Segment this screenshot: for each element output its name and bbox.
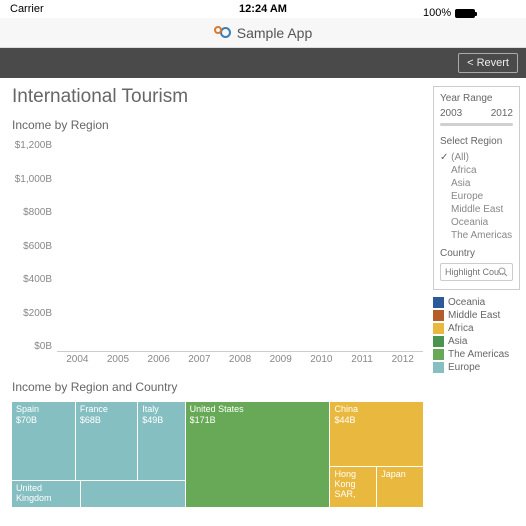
treemap-cell[interactable]: Italy$49B [138,402,184,480]
legend-item[interactable]: Middle East [433,309,520,322]
treemap-cell[interactable]: Japan [377,467,423,507]
treemap-cell[interactable]: United States$171B [186,402,330,507]
region-option[interactable]: Asia [440,177,513,190]
app-title: Sample App [237,25,313,41]
app-logo-icon [214,27,231,38]
region-option[interactable]: Africa [440,164,513,177]
bar-chart: $1,200B$1,000B$800B$600B$400B$200B$0B 20… [12,140,423,370]
page-title: International Tourism [12,86,423,108]
legend-item[interactable]: The Americas [433,348,520,361]
clock: 12:24 AM [239,3,287,15]
legend-item[interactable]: Asia [433,335,520,348]
treemap: Spain$70B France$68B Italy$49B United Ki… [12,402,423,507]
carrier-label: Carrier [10,3,44,15]
filter-panel: Year Range 20032012 Select Region (All)A… [433,86,520,290]
bars-area [57,140,423,352]
region-filter-label: Select Region [440,136,513,147]
revert-button[interactable]: < Revert [458,53,518,73]
treemap-cell[interactable]: France$68B [76,402,137,480]
region-option[interactable]: (All) [440,151,513,164]
year-range-label: Year Range [440,93,513,104]
region-option[interactable]: The Americas [440,229,513,242]
legend-item[interactable]: Oceania [433,296,520,309]
treemap-cell[interactable] [81,481,185,507]
chart1-title: Income by Region [12,118,423,132]
country-search-input[interactable] [440,263,513,281]
y-axis: $1,200B$1,000B$800B$600B$400B$200B$0B [12,140,57,370]
legend: OceaniaMiddle EastAfricaAsiaThe Americas… [433,296,520,374]
status-bar: Carrier 12:24 AM 100% [0,0,526,18]
year-range-slider[interactable] [440,123,513,126]
region-option[interactable]: Middle East [440,203,513,216]
region-option[interactable]: Oceania [440,216,513,229]
treemap-cell[interactable]: Hong Kong SAR, [330,467,376,507]
x-axis: 200420052006200720082009201020112012 [57,352,423,370]
battery-icon [455,9,475,18]
legend-item[interactable]: Africa [433,322,520,335]
battery-pct: 100% [423,7,451,19]
treemap-cell[interactable]: Spain$70B [12,402,75,480]
toolbar: < Revert [0,48,526,78]
country-filter-label: Country [440,248,513,259]
app-header: Sample App [0,18,526,48]
treemap-cell[interactable]: United Kingdom [12,481,80,507]
region-list: (All)AfricaAsiaEuropeMiddle EastOceaniaT… [440,151,513,242]
legend-item[interactable]: Europe [433,361,520,374]
region-option[interactable]: Europe [440,190,513,203]
treemap-cell[interactable]: China$44B [330,402,423,466]
chart2-title: Income by Region and Country [12,380,423,394]
